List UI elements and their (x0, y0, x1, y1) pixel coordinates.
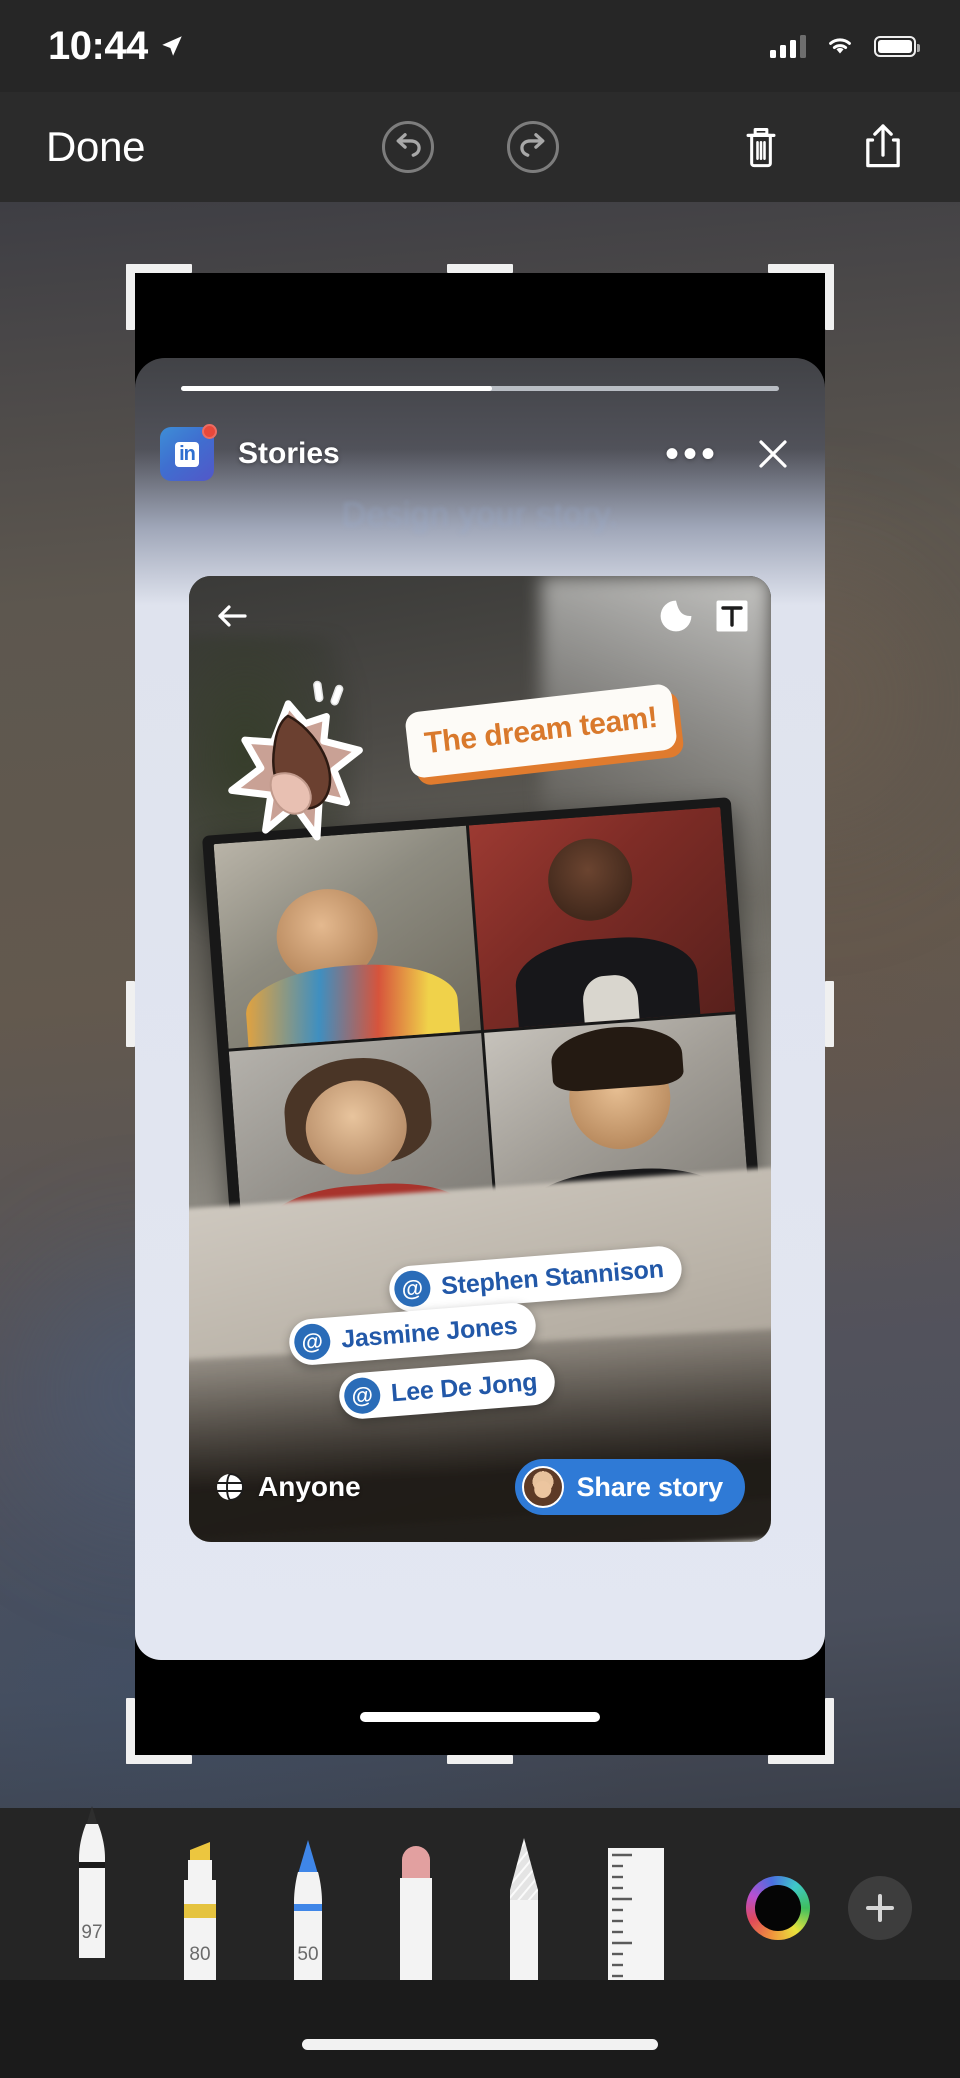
device-home-bar (0, 1980, 960, 2078)
color-wheel-icon[interactable] (746, 1876, 810, 1940)
screenshot-top-letterbox (135, 273, 825, 358)
ellipsis-icon[interactable]: ••• (665, 434, 719, 474)
screenshot-bottom-letterbox (135, 1660, 825, 1755)
linkedin-logo-text: in (175, 441, 199, 467)
eraser-tool[interactable] (386, 1828, 446, 1980)
markup-editor-screen: 10:44 Done in Stories ••• Design your st… (0, 0, 960, 2078)
at-icon: @ (393, 1269, 432, 1309)
redo-icon[interactable] (505, 119, 561, 175)
undo-icon[interactable] (380, 119, 436, 175)
linkedin-stories-app: in Stories ••• Design your story. The dr… (135, 358, 825, 1660)
screenshot-home-indicator (360, 1712, 600, 1722)
status-bar: 10:44 (0, 0, 960, 92)
crop-frame[interactable]: in Stories ••• Design your story. The dr… (126, 264, 834, 1764)
share-icon[interactable] (855, 119, 911, 175)
video-participant (468, 806, 736, 1030)
plus-icon (866, 1894, 894, 1922)
home-indicator[interactable] (302, 2039, 658, 2050)
audience-label: Anyone (258, 1471, 361, 1502)
battery-full-icon (874, 35, 920, 57)
location-arrow-icon (162, 36, 182, 56)
app-header: in Stories ••• (135, 414, 825, 494)
crop-handle-top-left[interactable] (126, 264, 192, 273)
sticker-icon[interactable] (659, 599, 693, 633)
selected-color-swatch (755, 1885, 801, 1931)
status-time: 10:44 (48, 23, 148, 68)
crop-handle-top-right[interactable] (825, 264, 834, 330)
wifi-icon (829, 38, 851, 54)
crop-handle-middle-left[interactable] (126, 981, 135, 1047)
audience-selector[interactable]: Anyone (215, 1471, 361, 1503)
story-footer: Anyone Share story (189, 1432, 771, 1542)
add-tool-button[interactable] (848, 1876, 912, 1940)
trash-icon[interactable] (733, 119, 789, 175)
close-icon[interactable] (753, 434, 793, 474)
globe-icon (217, 1473, 244, 1501)
story-top-controls (189, 576, 771, 656)
mention-name: Stephen Stannison (440, 1254, 665, 1300)
app-title: Stories (238, 437, 340, 470)
share-story-label: Share story (576, 1471, 724, 1502)
crop-handle-middle-right[interactable] (825, 981, 834, 1047)
pencil-tool[interactable]: 50 (278, 1828, 338, 1980)
highlighter-tool[interactable]: 80 (170, 1828, 230, 1980)
notification-dot (202, 424, 217, 439)
crop-handle-top-left[interactable] (126, 264, 135, 330)
crop-handle-bottom-left[interactable] (126, 1755, 192, 1764)
at-icon: @ (342, 1376, 382, 1416)
screenshot-canvas[interactable]: in Stories ••• Design your story. The dr… (135, 273, 825, 1755)
share-story-button[interactable]: Share story (514, 1459, 745, 1515)
pen-tool[interactable]: 97 (62, 1806, 122, 1958)
editor-toolbar: Done (0, 92, 960, 202)
story-preview-card[interactable]: The dream team! @ Stephen Stannison @ Ja… (189, 576, 771, 1542)
mention-name: Lee De Jong (390, 1367, 539, 1407)
status-time-group: 10:44 (48, 24, 185, 69)
dream-team-banner-wrap[interactable]: The dream team! (319, 683, 685, 796)
user-avatar (521, 1466, 564, 1508)
crop-handle-bottom-left[interactable] (126, 1698, 135, 1764)
story-progress-bar (181, 386, 779, 391)
banner-text: The dream team! (422, 700, 660, 761)
done-button[interactable]: Done (46, 123, 146, 171)
status-indicators (770, 34, 920, 58)
mention-name: Jasmine Jones (340, 1311, 519, 1354)
text-tool-icon[interactable] (715, 599, 749, 633)
smudge-tool[interactable] (494, 1828, 554, 1980)
back-arrow-icon[interactable] (211, 595, 253, 637)
cellular-signal-icon (770, 34, 806, 58)
ruler-tool[interactable] (602, 1828, 664, 1980)
linkedin-app-icon: in (160, 424, 217, 481)
crop-handle-bottom-right[interactable] (825, 1698, 834, 1764)
crop-handle-top-center[interactable] (447, 264, 513, 273)
design-your-story-text: Design your story. (341, 496, 619, 534)
at-icon: @ (292, 1322, 332, 1362)
markup-tool-palette: 97 80 50 (0, 1806, 960, 1980)
crop-handle-bottom-center[interactable] (447, 1755, 513, 1764)
